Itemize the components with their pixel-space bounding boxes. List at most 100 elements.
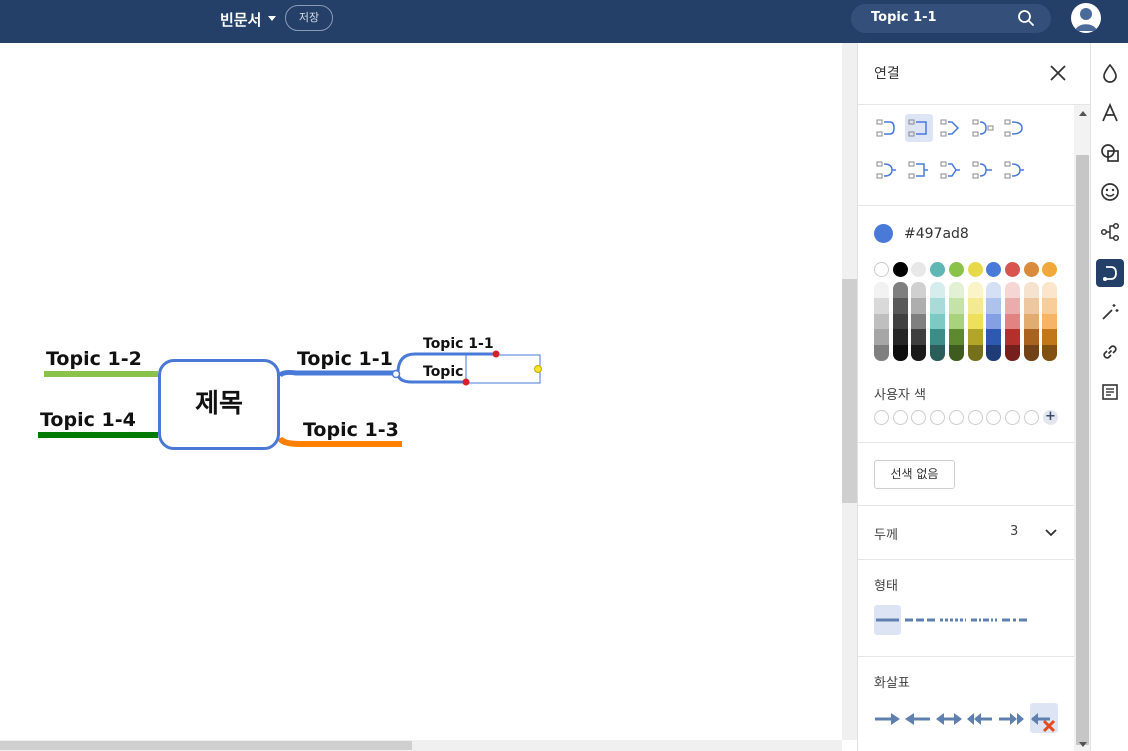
connector-style-option[interactable] — [937, 114, 965, 142]
palette-shade-swatch[interactable] — [930, 313, 946, 330]
central-topic[interactable]: 제목 — [158, 359, 280, 450]
connector-style-option[interactable] — [1001, 156, 1029, 184]
palette-shade-swatch[interactable] — [930, 282, 946, 298]
custom-color-slot[interactable] — [930, 410, 946, 425]
palette-shade-swatch[interactable] — [1042, 297, 1058, 314]
palette-swatch[interactable] — [1042, 262, 1058, 277]
palette-shade-swatch[interactable] — [930, 345, 946, 361]
palette-shade-swatch[interactable] — [948, 345, 964, 361]
palette-shade-swatch[interactable] — [1042, 313, 1058, 330]
palette-shade-swatch[interactable] — [911, 282, 927, 298]
subtopic-1[interactable]: Topic 1-1 — [423, 336, 494, 352]
custom-color-slot[interactable] — [911, 410, 927, 425]
palette-shade-swatch[interactable] — [1004, 345, 1020, 361]
custom-color-slot[interactable] — [967, 410, 983, 425]
palette-shade-swatch[interactable] — [986, 297, 1002, 314]
arrow-both-option[interactable] — [935, 703, 963, 733]
custom-color-slot[interactable] — [948, 410, 964, 425]
magic-button[interactable] — [1096, 298, 1124, 326]
double-arrow-right-option[interactable] — [997, 703, 1025, 733]
palette-swatch[interactable] — [930, 262, 946, 277]
vertical-scrollbar[interactable] — [842, 43, 857, 740]
thickness-value[interactable]: 3 — [1010, 524, 1018, 539]
current-color-swatch[interactable] — [874, 224, 893, 243]
shape-button[interactable] — [1096, 139, 1124, 167]
palette-shade-swatch[interactable] — [1023, 329, 1039, 346]
palette-shade-swatch[interactable] — [967, 329, 983, 346]
palette-shade-swatch[interactable] — [948, 313, 964, 330]
palette-shade-swatch[interactable] — [967, 297, 983, 314]
palette-shade-swatch[interactable] — [1023, 313, 1039, 330]
close-icon[interactable] — [1048, 63, 1068, 83]
palette-shade-swatch[interactable] — [1042, 329, 1058, 346]
scroll-thumb[interactable] — [842, 279, 857, 503]
connector-style-option[interactable] — [969, 114, 997, 142]
palette-swatch[interactable] — [948, 262, 964, 277]
palette-shade-swatch[interactable] — [874, 329, 889, 346]
save-button[interactable]: 저장 — [285, 5, 333, 31]
line-shape-dashed[interactable] — [903, 605, 937, 635]
line-shape-solid[interactable] — [874, 605, 901, 635]
line-shape-long-dash[interactable] — [1000, 605, 1030, 635]
palette-shade-swatch[interactable] — [967, 282, 983, 298]
custom-color-slot[interactable] — [1023, 410, 1039, 425]
no-line-color-button[interactable]: 선색 없음 — [874, 460, 955, 489]
palette-shade-swatch[interactable] — [874, 282, 889, 298]
palette-shade-swatch[interactable] — [948, 297, 964, 314]
palette-shade-swatch[interactable] — [1042, 345, 1058, 361]
palette-shade-swatch[interactable] — [1004, 329, 1020, 346]
scroll-thumb[interactable] — [0, 741, 412, 750]
double-arrow-left-option[interactable] — [966, 703, 994, 733]
custom-color-slot[interactable] — [986, 410, 1002, 425]
palette-shade-swatch[interactable] — [911, 313, 927, 330]
palette-shade-swatch[interactable] — [874, 345, 889, 361]
palette-shade-swatch[interactable] — [892, 282, 908, 298]
custom-color-slot[interactable] — [874, 410, 889, 425]
palette-shade-swatch[interactable] — [1042, 282, 1058, 298]
palette-shade-swatch[interactable] — [874, 313, 889, 330]
palette-swatch[interactable] — [967, 262, 983, 277]
current-color-hex[interactable]: #497ad8 — [904, 226, 969, 242]
line-shape-dotted[interactable] — [938, 605, 968, 635]
no-arrow-option[interactable] — [1030, 703, 1058, 733]
panel-scrollbar[interactable] — [1074, 105, 1090, 751]
scroll-thumb[interactable] — [1076, 155, 1089, 745]
search-box[interactable]: Topic 1-1 — [851, 4, 1051, 33]
palette-shade-swatch[interactable] — [911, 345, 927, 361]
palette-shade-swatch[interactable] — [967, 313, 983, 330]
palette-shade-swatch[interactable] — [930, 329, 946, 346]
palette-shade-swatch[interactable] — [986, 313, 1002, 330]
document-title[interactable]: 빈문서 — [220, 9, 261, 30]
palette-swatch[interactable] — [1004, 262, 1020, 277]
palette-shade-swatch[interactable] — [1004, 282, 1020, 298]
palette-shade-swatch[interactable] — [911, 297, 927, 314]
search-input[interactable]: Topic 1-1 — [871, 10, 937, 25]
custom-color-slot[interactable] — [1004, 410, 1020, 425]
palette-shade-swatch[interactable] — [911, 329, 927, 346]
mindmap-canvas[interactable]: Topic 1-2 Topic 1-4 Topic 1-1 Topic 1-3 … — [0, 43, 842, 740]
connector-style-option[interactable] — [873, 114, 901, 142]
connector-style-option[interactable] — [873, 156, 901, 184]
palette-shade-swatch[interactable] — [986, 329, 1002, 346]
fill-button[interactable] — [1096, 59, 1124, 87]
palette-swatch[interactable] — [1023, 262, 1039, 277]
palette-shade-swatch[interactable] — [874, 297, 889, 314]
palette-shade-swatch[interactable] — [1004, 297, 1020, 314]
topic-1-4[interactable]: Topic 1-4 — [40, 409, 136, 431]
connector-style-option[interactable] — [969, 156, 997, 184]
palette-swatch[interactable] — [874, 262, 889, 277]
palette-shade-swatch[interactable] — [1023, 297, 1039, 314]
connection-button[interactable] — [1096, 259, 1124, 287]
palette-shade-swatch[interactable] — [892, 329, 908, 346]
topic-1-1[interactable]: Topic 1-1 — [297, 348, 393, 370]
palette-shade-swatch[interactable] — [892, 313, 908, 330]
search-icon[interactable] — [1017, 9, 1035, 27]
palette-shade-swatch[interactable] — [892, 297, 908, 314]
connector-style-option[interactable] — [1001, 114, 1029, 142]
palette-shade-swatch[interactable] — [1023, 345, 1039, 361]
text-button[interactable] — [1096, 99, 1124, 127]
structure-button[interactable] — [1096, 218, 1124, 246]
line-shape-dash-dot[interactable] — [969, 605, 999, 635]
palette-swatch[interactable] — [892, 262, 908, 277]
palette-shade-swatch[interactable] — [1004, 313, 1020, 330]
